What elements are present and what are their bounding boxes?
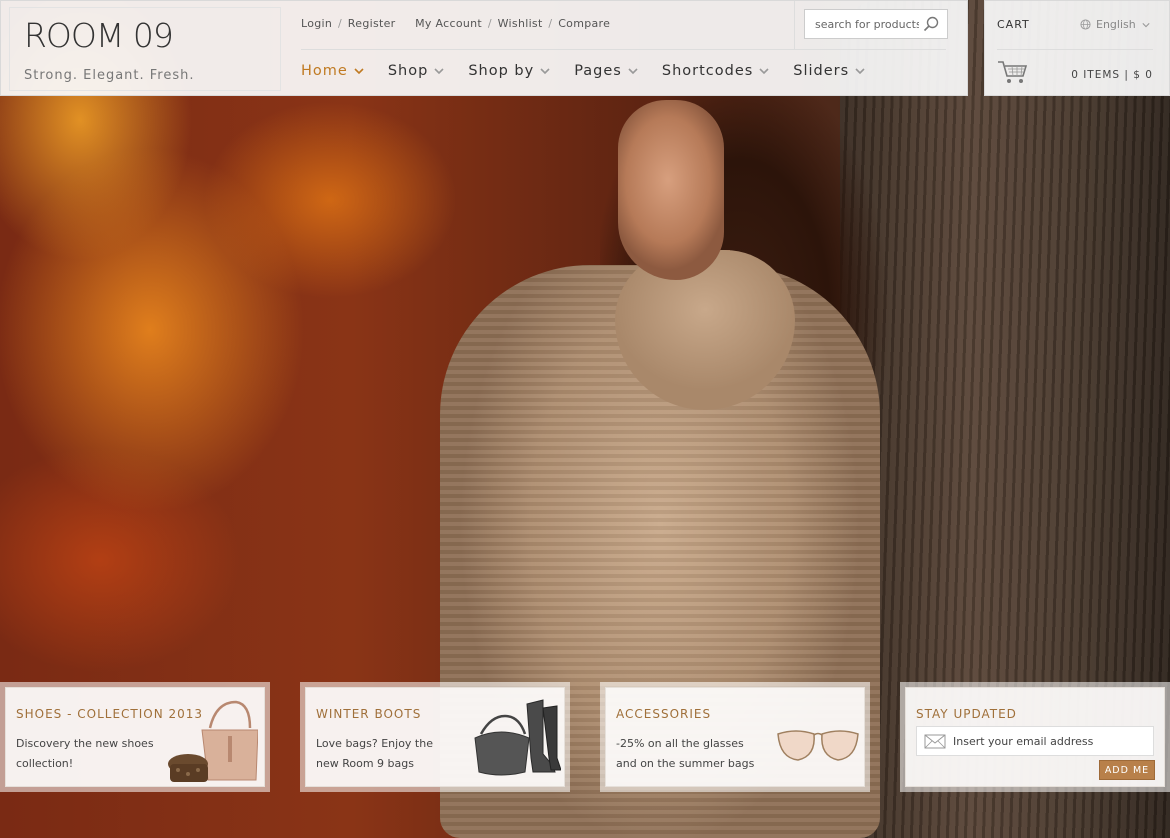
header: ROOM 09 Strong. Elegant. Fresh. Login / …	[0, 0, 968, 96]
promo-title[interactable]: WINTER BOOTS	[316, 707, 421, 721]
shopping-cart-icon[interactable]	[997, 59, 1029, 89]
add-me-button[interactable]: ADD ME	[1099, 760, 1155, 780]
cart-divider	[997, 49, 1153, 50]
cart-summary[interactable]: 0 ITEMS | $ 0	[1071, 69, 1153, 81]
chevron-down-icon	[354, 68, 364, 75]
nav-divider	[301, 49, 946, 50]
promo-text: Discovery the new shoes collection!	[16, 737, 154, 770]
newsletter-title: STAY UPDATED	[916, 707, 1017, 721]
search-icon[interactable]	[919, 12, 943, 36]
chevron-down-icon	[540, 68, 550, 75]
search-input[interactable]	[805, 17, 919, 31]
chevron-down-icon	[1142, 22, 1150, 27]
link-separator: /	[487, 17, 492, 30]
nav-item-shortcodes[interactable]: Shortcodes	[662, 63, 769, 79]
promo-shoes[interactable]: SHOES - COLLECTION 2013 Discovery the ne…	[0, 682, 270, 792]
nav-item-label: Sliders	[793, 63, 850, 79]
sunglasses-image	[776, 726, 860, 770]
promo-text: -25% on all the glasses and on the summe…	[616, 737, 755, 770]
logo-area[interactable]: ROOM 09 Strong. Elegant. Fresh.	[9, 7, 281, 91]
compare-link[interactable]: Compare	[558, 17, 610, 30]
login-link[interactable]: Login	[301, 17, 332, 30]
globe-icon	[1080, 19, 1091, 30]
newsletter-panel: STAY UPDATED ADD ME	[900, 682, 1170, 792]
link-separator: /	[548, 17, 553, 30]
promo-card: WINTER BOOTS Love bags? Enjoy the new Ro…	[305, 687, 565, 787]
chevron-down-icon	[628, 68, 638, 75]
site-logo[interactable]: ROOM 09	[24, 16, 174, 55]
search-area	[794, 1, 966, 49]
nav-item-label: Home	[301, 63, 348, 79]
email-input[interactable]	[953, 734, 1148, 748]
top-links: Login / Register My Account / Wishlist /…	[301, 17, 610, 30]
nav-item-label: Shop	[387, 63, 429, 79]
nav-item-label: Shortcodes	[661, 63, 754, 79]
language-label: English	[1096, 18, 1136, 31]
promo-winter-boots[interactable]: WINTER BOOTS Love bags? Enjoy the new Ro…	[300, 682, 570, 792]
site-tagline: Strong. Elegant. Fresh.	[24, 68, 195, 83]
nav-item-label: Shop by	[468, 63, 535, 79]
envelope-icon	[917, 734, 953, 749]
nav-item-shop-by[interactable]: Shop by	[468, 63, 550, 79]
nav-item-home[interactable]: Home	[301, 63, 364, 79]
chevron-down-icon	[434, 68, 444, 75]
search-box	[804, 9, 948, 39]
wishlist-link[interactable]: Wishlist	[498, 17, 543, 30]
boots-bag-image	[471, 698, 562, 782]
main-nav: Home Shop Shop by Pages Shortcodes Slide…	[301, 63, 889, 79]
chevron-down-icon	[759, 68, 769, 75]
register-link[interactable]: Register	[348, 17, 396, 30]
promo-card: SHOES - COLLECTION 2013 Discovery the ne…	[5, 687, 265, 787]
chevron-down-icon	[855, 68, 865, 75]
link-separator: /	[337, 17, 342, 30]
language-selector[interactable]: English	[1080, 18, 1150, 31]
handbag-shoes-image	[166, 700, 259, 790]
promo-title[interactable]: ACCESSORIES	[616, 707, 711, 721]
newsletter-card: STAY UPDATED ADD ME	[905, 687, 1165, 787]
cart-label[interactable]: CART	[997, 18, 1030, 31]
hero-model-face	[618, 100, 724, 280]
nav-item-pages[interactable]: Pages	[574, 63, 638, 79]
promo-text: Love bags? Enjoy the new Room 9 bags	[316, 737, 433, 770]
cart-panel: CART English 0 ITEMS | $ 0	[984, 0, 1170, 96]
email-box	[916, 726, 1154, 756]
promo-card: ACCESSORIES -25% on all the glasses and …	[605, 687, 865, 787]
nav-item-sliders[interactable]: Sliders	[793, 63, 865, 79]
promo-accessories[interactable]: ACCESSORIES -25% on all the glasses and …	[600, 682, 870, 792]
my-account-link[interactable]: My Account	[415, 17, 482, 30]
nav-item-shop[interactable]: Shop	[388, 63, 444, 79]
nav-item-label: Pages	[574, 63, 622, 79]
